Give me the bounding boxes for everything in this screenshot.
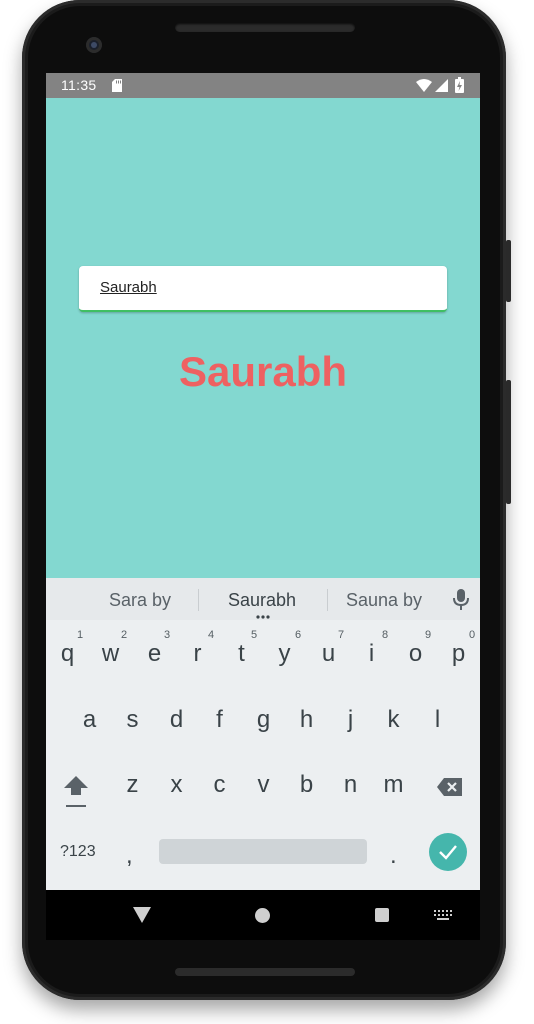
signal-icon xyxy=(435,79,448,92)
display-name-label: Saurabh xyxy=(178,348,348,395)
key-a[interactable]: a xyxy=(68,706,111,734)
symbols-key[interactable]: ?123 xyxy=(60,843,96,861)
period-key[interactable]: . xyxy=(390,842,397,870)
bottom-speaker xyxy=(175,968,355,976)
key-v[interactable]: v xyxy=(242,771,285,799)
phone-frame: 11:35 Saurabh Saurabh Sara by Saurabh Sa… xyxy=(22,0,511,1000)
key-c[interactable]: c xyxy=(198,771,241,799)
key-q[interactable]: q xyxy=(46,640,89,668)
key-h[interactable]: h xyxy=(285,706,328,734)
suggestion-1[interactable]: Sara by xyxy=(109,590,171,611)
key-m[interactable]: m xyxy=(372,771,415,799)
microphone-icon[interactable] xyxy=(451,588,471,612)
earpiece-speaker xyxy=(175,23,355,32)
key-o[interactable]: o xyxy=(394,640,437,668)
key-i[interactable]: i xyxy=(350,640,393,668)
key-d[interactable]: d xyxy=(155,706,198,734)
device-screen: 11:35 Saurabh Saurabh Sara by Saurabh Sa… xyxy=(46,73,480,940)
recent-apps-icon[interactable] xyxy=(375,908,389,922)
key-g[interactable]: g xyxy=(242,706,285,734)
front-camera-icon xyxy=(86,37,102,53)
checkmark-icon xyxy=(439,845,457,860)
backspace-icon[interactable] xyxy=(436,777,464,797)
suggestion-divider xyxy=(198,589,199,611)
volume-button xyxy=(506,380,511,504)
soft-keyboard: Sara by Saurabh Sauna by 1 2 3 4 5 6 7 8… xyxy=(46,578,480,890)
back-icon[interactable] xyxy=(133,907,151,923)
key-t[interactable]: t xyxy=(220,640,263,668)
key-y[interactable]: y xyxy=(263,640,306,668)
name-input-value: Saurabh xyxy=(100,279,157,296)
key-w[interactable]: w xyxy=(89,640,132,668)
suggestion-bar: Sara by Saurabh Sauna by xyxy=(46,578,480,620)
key-n[interactable]: n xyxy=(329,771,372,799)
sd-card-icon xyxy=(112,79,122,92)
more-suggestions-icon[interactable] xyxy=(255,615,271,619)
key-l[interactable]: l xyxy=(416,706,459,734)
enter-key[interactable] xyxy=(429,833,467,871)
key-b[interactable]: b xyxy=(285,771,328,799)
navigation-bar xyxy=(46,890,480,940)
name-input[interactable]: Saurabh xyxy=(79,266,447,312)
suggestion-3[interactable]: Sauna by xyxy=(346,590,422,611)
key-z[interactable]: z xyxy=(111,771,154,799)
shift-icon[interactable] xyxy=(63,774,89,810)
suggestion-divider xyxy=(327,589,328,611)
app-content: Saurabh Saurabh xyxy=(46,98,480,578)
battery-charging-icon xyxy=(455,77,464,93)
key-s[interactable]: s xyxy=(111,706,154,734)
status-time: 11:35 xyxy=(61,77,97,93)
key-x[interactable]: x xyxy=(155,771,198,799)
wifi-icon xyxy=(416,79,432,92)
space-bar[interactable] xyxy=(159,839,367,864)
comma-key[interactable]: , xyxy=(126,842,133,870)
suggestion-2[interactable]: Saurabh xyxy=(228,590,296,611)
power-button xyxy=(506,240,511,302)
key-k[interactable]: k xyxy=(372,706,415,734)
key-j[interactable]: j xyxy=(329,706,372,734)
key-f[interactable]: f xyxy=(198,706,241,734)
status-bar: 11:35 xyxy=(46,73,480,98)
keyboard-switch-icon[interactable] xyxy=(434,910,452,920)
key-e[interactable]: e xyxy=(133,640,176,668)
key-r[interactable]: r xyxy=(176,640,219,668)
home-icon[interactable] xyxy=(255,908,270,923)
key-p[interactable]: p xyxy=(437,640,480,668)
key-u[interactable]: u xyxy=(307,640,350,668)
